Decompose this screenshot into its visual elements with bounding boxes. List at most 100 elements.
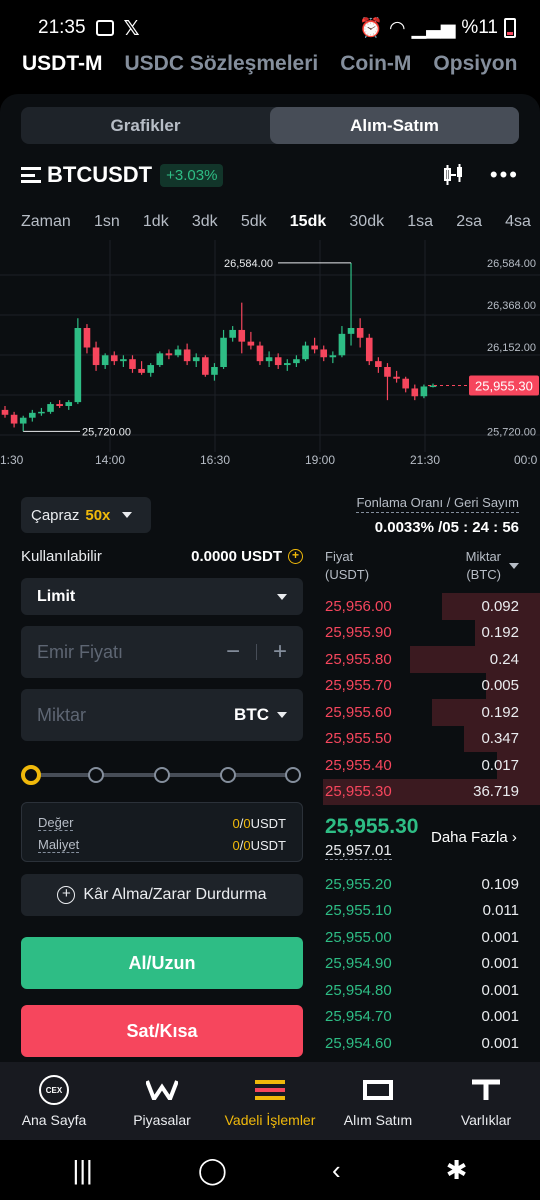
view-toggle: Grafikler Alım-Satım (21, 107, 519, 144)
pair-menu-icon[interactable] (21, 167, 41, 183)
candle-body (347, 328, 355, 334)
slider-knob-25[interactable] (88, 767, 104, 783)
bids-row[interactable]: 25,955.00 0.001 (323, 924, 540, 951)
pair-change-badge: +3.03% (160, 163, 224, 187)
asks-qty: 36.719 (473, 783, 519, 801)
x-tick-label: 00:0 (514, 453, 538, 467)
interval-1s[interactable]: 1sn (94, 213, 120, 231)
orderbook-bids: 25,955.20 0.109 25,955.10 0.011 25,955.00 0.0… (323, 871, 540, 1057)
margin-mode-button[interactable]: Çapraz 50x (21, 497, 151, 533)
status-time: 21:35 (38, 17, 86, 38)
more-button[interactable]: Daha Fazla › (431, 829, 517, 846)
asks-row[interactable]: 25,955.40 0.017 (323, 752, 540, 779)
quantity-unit-select[interactable]: BTC (234, 705, 287, 725)
asks-price: 25,956.00 (325, 597, 392, 615)
interval-3m[interactable]: 3dk (192, 213, 218, 231)
quantity-slider[interactable] (21, 765, 303, 785)
candle-body (256, 345, 264, 362)
bids-row[interactable]: 25,955.20 0.109 (323, 871, 540, 898)
interval-30m[interactable]: 30dk (349, 213, 384, 231)
interval-1h[interactable]: 1sa (407, 213, 433, 231)
tp-sl-button[interactable]: + Kâr Alma/Zarar Durdurma (21, 874, 303, 916)
slider-knob-100[interactable] (285, 767, 301, 783)
tab-options[interactable]: Opsiyon (433, 52, 517, 88)
charts-toggle[interactable]: Grafikler (21, 107, 270, 144)
bids-row[interactable]: 25,954.60 0.001 (323, 1030, 540, 1057)
interval-2h[interactable]: 2sa (456, 213, 482, 231)
recent-apps-icon[interactable]: ||| (73, 1155, 93, 1186)
asks-price: 25,955.30 (325, 783, 392, 801)
quantity-placeholder: Miktar (37, 704, 86, 725)
asks-price: 25,955.40 (325, 756, 392, 774)
interval-time[interactable]: Zaman (21, 213, 71, 231)
bids-row[interactable]: 25,954.70 0.001 (323, 1004, 540, 1031)
x-tick-label: 14:00 (95, 453, 125, 467)
asks-qty: 0.24 (489, 650, 519, 668)
candle-body (19, 417, 27, 424)
interval-5m[interactable]: 5dk (241, 213, 267, 231)
buy-long-button[interactable]: Al/Uzun (21, 937, 303, 989)
x-tick-label: 16:30 (200, 453, 230, 467)
bids-row[interactable]: 25,954.80 0.001 (323, 977, 540, 1004)
candle-body (375, 361, 382, 367)
tab-usdt-m[interactable]: USDT-M (22, 52, 103, 88)
bids-row[interactable]: 25,954.90 0.001 (323, 951, 540, 978)
candle-chart-icon[interactable] (442, 163, 466, 187)
market-tabs: USDT-M USDC Sözleşmeleri Coin-M Opsiyon (0, 52, 540, 88)
accessibility-icon[interactable]: ✱ (446, 1155, 468, 1186)
wifi-icon: ◠ (388, 17, 406, 39)
nav-trade[interactable]: Alım Satım (324, 1062, 432, 1140)
nav-futures[interactable]: Vadeli İşlemler (216, 1062, 324, 1140)
interval-15m[interactable]: 15dk (290, 213, 326, 231)
home-icon[interactable]: ◯ (198, 1155, 227, 1186)
asks-row[interactable]: 25,955.80 0.24 (323, 646, 540, 673)
asks-row[interactable]: 25,955.90 0.192 (323, 619, 540, 646)
more-options-icon[interactable]: ••• (490, 162, 519, 188)
y-tick-label: 26,584.00 (487, 258, 536, 270)
asks-row[interactable]: 25,955.70 0.005 (323, 672, 540, 699)
candle-body (10, 414, 18, 424)
candle-body (229, 329, 236, 338)
asks-row[interactable]: 25,955.60 0.192 (323, 699, 540, 726)
nav-assets[interactable]: Varlıklar (432, 1062, 540, 1140)
signal-icon: ▁▃▅ (411, 17, 456, 39)
nav-markets[interactable]: Piyasalar (108, 1062, 216, 1140)
qty-unit-dropdown-icon[interactable] (509, 563, 519, 569)
bids-price: 25,954.70 (325, 1008, 392, 1026)
price-increment-button[interactable]: + (273, 638, 287, 666)
quantity-input[interactable]: Miktar BTC (21, 689, 303, 741)
asks-row[interactable]: 25,955.30 36.719 (323, 778, 540, 805)
bids-row[interactable]: 25,955.10 0.011 (323, 898, 540, 925)
asks-row[interactable]: 25,955.50 0.347 (323, 725, 540, 752)
chevron-down-icon (277, 593, 287, 600)
slider-knob-0[interactable] (21, 765, 41, 785)
price-decrement-button[interactable]: − (226, 638, 240, 666)
asks-qty: 0.192 (481, 703, 519, 721)
pair-name[interactable]: BTCUSDT (47, 162, 152, 188)
x-notification-icon: 𝕏 (123, 17, 140, 40)
candle-body (83, 328, 91, 348)
price-chart[interactable]: 26,584.00 25,720.00 26,584.00 26,368.00 26,1… (0, 240, 540, 480)
back-icon[interactable]: ‹ (332, 1155, 341, 1186)
order-type-select[interactable]: Limit (21, 578, 303, 615)
trade-toggle[interactable]: Alım-Satım (270, 107, 519, 144)
price-input[interactable]: Emir Fiyatı − + (21, 626, 303, 678)
sell-short-button[interactable]: Sat/Kısa (21, 1005, 303, 1057)
asks-price: 25,955.70 (325, 677, 392, 695)
slider-knob-75[interactable] (220, 767, 236, 783)
tab-coin-m[interactable]: Coin-M (340, 52, 411, 88)
transfer-plus-icon[interactable]: + (288, 549, 303, 564)
slider-knob-50[interactable] (154, 767, 170, 783)
funding-info: Fonlama Oranı / Geri Sayım 0.0033% /05 :… (356, 494, 519, 536)
candle-body (365, 337, 373, 362)
candle-body (420, 386, 428, 397)
asks-row[interactable]: 25,956.00 0.092 (323, 593, 540, 620)
interval-4h[interactable]: 4sa (505, 213, 531, 231)
candle-body (92, 347, 100, 366)
tab-usdc[interactable]: USDC Sözleşmeleri (125, 52, 319, 88)
candle-body (202, 357, 209, 375)
interval-1m[interactable]: 1dk (143, 213, 169, 231)
candle-body (192, 357, 200, 362)
nav-home[interactable]: CEX Ana Sayfa (0, 1062, 108, 1140)
high-price-label: 26,584.00 (224, 258, 273, 270)
